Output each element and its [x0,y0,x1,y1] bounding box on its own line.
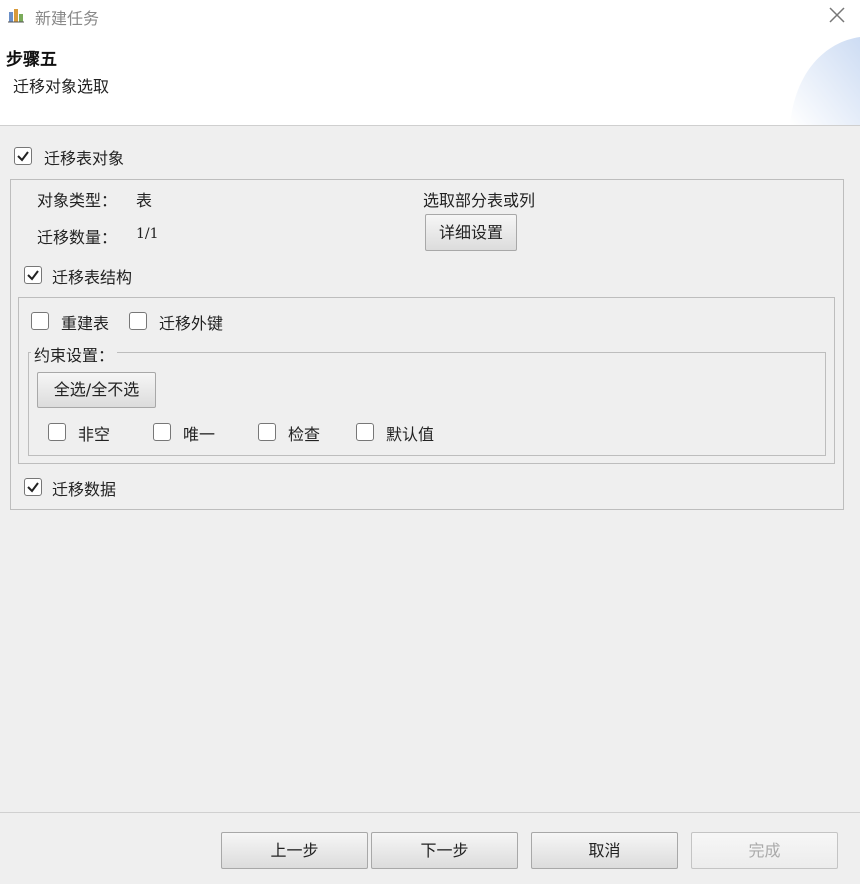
not-null-checkbox[interactable] [48,423,66,441]
migrate-foreign-keys-checkbox[interactable] [129,312,147,330]
cancel-button[interactable]: 取消 [531,832,678,869]
migrate-count-label: 迁移数量： [37,228,118,247]
rebuild-table-label: 重建表 [61,314,110,333]
migrate-foreign-keys-label: 迁移外键 [159,314,224,333]
next-step-button[interactable]: 下一步 [371,832,518,869]
constraints-legend: 约束设置： [31,342,118,366]
check-label: 检查 [288,425,321,444]
close-icon[interactable] [825,3,849,27]
migrate-table-structure-label: 迁移表结构 [52,268,133,287]
header-decoration [790,37,860,125]
migrate-count-value: 1/1 [136,226,159,242]
select-all-none-button[interactable]: 全选/全不选 [37,372,156,408]
wizard-footer: 上一步 下一步 取消 完成 [0,813,860,884]
migrate-table-objects-checkbox[interactable] [14,147,32,165]
rebuild-table-checkbox[interactable] [31,312,49,330]
migrate-table-objects-label: 迁移表对象 [44,149,125,168]
content-area: 迁移表对象 对象类型： 表 迁移数量： 1/1 选取部分表或列 详细设置 迁移表… [0,126,860,812]
detail-settings-button[interactable]: 详细设置 [425,214,517,251]
step-subtitle: 迁移对象选取 [13,77,110,96]
migrate-data-label: 迁移数据 [52,480,117,499]
finish-button[interactable]: 完成 [691,832,838,869]
not-null-label: 非空 [78,425,111,444]
default-value-label: 默认值 [386,425,435,444]
migrate-table-structure-checkbox[interactable] [24,266,42,284]
step-title: 步骤五 [6,50,57,70]
unique-label: 唯一 [183,425,216,444]
partial-select-label: 选取部分表或列 [423,191,536,210]
window-title: 新建任务 [35,9,100,28]
app-task-icon [7,6,25,24]
wizard-header: 步骤五 迁移对象选取 [0,32,860,125]
object-type-value: 表 [136,191,153,210]
title-bar: 新建任务 [0,0,860,32]
default-value-checkbox[interactable] [356,423,374,441]
check-checkbox[interactable] [258,423,276,441]
migrate-data-checkbox[interactable] [24,478,42,496]
prev-step-button[interactable]: 上一步 [221,832,368,869]
object-type-label: 对象类型： [37,191,118,210]
unique-checkbox[interactable] [153,423,171,441]
